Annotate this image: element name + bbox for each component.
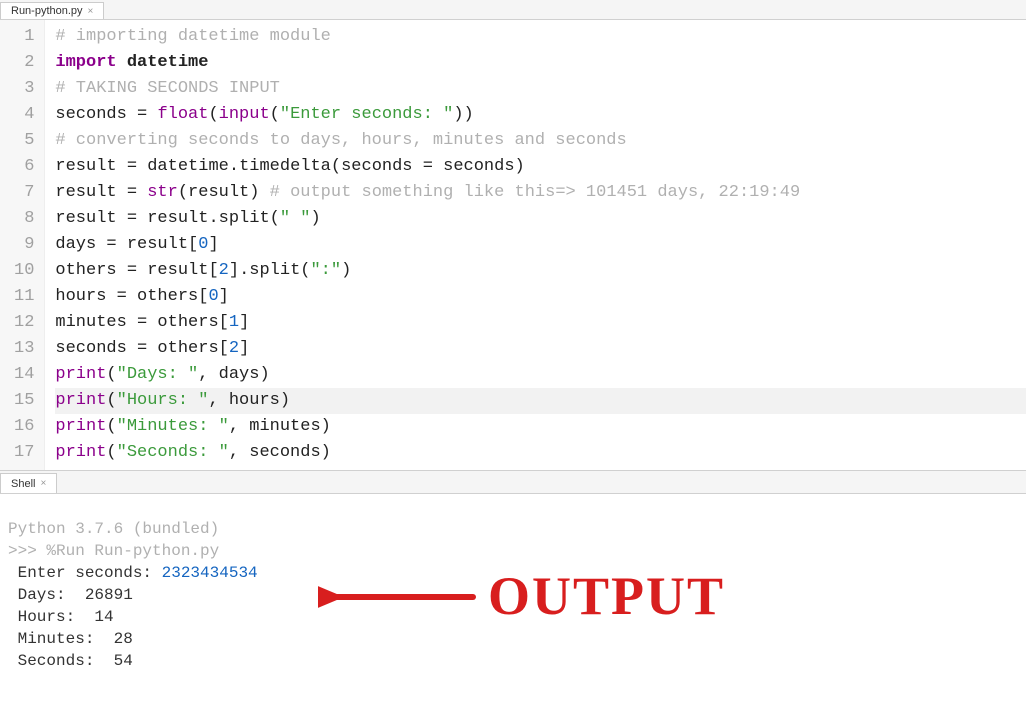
code-line[interactable]: seconds = float(input("Enter seconds: ")…: [55, 102, 1026, 128]
line-number: 8: [14, 206, 34, 232]
code-line[interactable]: print("Minutes: ", minutes): [55, 414, 1026, 440]
shell-output-value: 14: [94, 608, 113, 626]
code-line[interactable]: seconds = others[2]: [55, 336, 1026, 362]
line-number: 11: [14, 284, 34, 310]
shell-output-value: 26891: [85, 586, 133, 604]
line-number: 3: [14, 76, 34, 102]
shell-output-value: 28: [114, 630, 133, 648]
line-number: 1: [14, 24, 34, 50]
shell-output-label: Enter seconds:: [8, 564, 162, 582]
code-line[interactable]: result = datetime.timedelta(seconds = se…: [55, 154, 1026, 180]
line-number: 17: [14, 440, 34, 466]
code-line[interactable]: result = str(result) # output something …: [55, 180, 1026, 206]
code-line[interactable]: result = result.split(" "): [55, 206, 1026, 232]
shell-output-label: Days:: [8, 586, 85, 604]
shell-output-label: Minutes:: [8, 630, 114, 648]
shell-tab-bar: Shell ×: [0, 471, 1026, 494]
line-number: 5: [14, 128, 34, 154]
shell-prompt: >>>: [8, 542, 46, 560]
line-number-gutter: 1234567891011121314151617: [0, 20, 45, 470]
code-line[interactable]: # TAKING SECONDS INPUT: [55, 76, 1026, 102]
code-line[interactable]: minutes = others[1]: [55, 310, 1026, 336]
code-area[interactable]: # importing datetime moduleimport dateti…: [45, 20, 1026, 470]
line-number: 12: [14, 310, 34, 336]
line-number: 4: [14, 102, 34, 128]
annotation-text: OUTPUT: [488, 566, 725, 626]
line-number: 7: [14, 180, 34, 206]
line-number: 14: [14, 362, 34, 388]
code-line[interactable]: hours = others[0]: [55, 284, 1026, 310]
editor-tab-label: Run-python.py: [11, 5, 83, 17]
close-icon[interactable]: ×: [88, 6, 94, 17]
shell-output-value: 54: [114, 652, 133, 670]
line-number: 16: [14, 414, 34, 440]
line-number: 15: [14, 388, 34, 414]
shell-output[interactable]: Python 3.7.6 (bundled) >>> %Run Run-pyth…: [0, 494, 1026, 718]
shell-output-value: 2323434534: [162, 564, 258, 582]
close-icon[interactable]: ×: [40, 478, 46, 489]
shell-command: %Run Run-python.py: [46, 542, 219, 560]
shell-panel: Shell × Python 3.7.6 (bundled) >>> %Run …: [0, 471, 1026, 718]
code-line[interactable]: print("Seconds: ", seconds): [55, 440, 1026, 466]
python-version: Python 3.7.6 (bundled): [8, 520, 219, 538]
line-number: 6: [14, 154, 34, 180]
line-number: 2: [14, 50, 34, 76]
editor-tab[interactable]: Run-python.py ×: [0, 2, 104, 19]
shell-tab-label: Shell: [11, 478, 35, 490]
code-line[interactable]: others = result[2].split(":"): [55, 258, 1026, 284]
code-editor[interactable]: 1234567891011121314151617 # importing da…: [0, 20, 1026, 470]
editor-tab-bar: Run-python.py ×: [0, 0, 1026, 20]
shell-tab[interactable]: Shell ×: [0, 473, 57, 493]
code-line[interactable]: days = result[0]: [55, 232, 1026, 258]
shell-output-label: Seconds:: [8, 652, 114, 670]
code-line[interactable]: print("Hours: ", hours): [55, 388, 1026, 414]
code-line[interactable]: import datetime: [55, 50, 1026, 76]
shell-output-label: Hours:: [8, 608, 94, 626]
code-line[interactable]: # importing datetime module: [55, 24, 1026, 50]
code-line[interactable]: # converting seconds to days, hours, min…: [55, 128, 1026, 154]
output-annotation: OUTPUT: [260, 527, 780, 617]
line-number: 10: [14, 258, 34, 284]
line-number: 9: [14, 232, 34, 258]
code-line[interactable]: print("Days: ", days): [55, 362, 1026, 388]
line-number: 13: [14, 336, 34, 362]
